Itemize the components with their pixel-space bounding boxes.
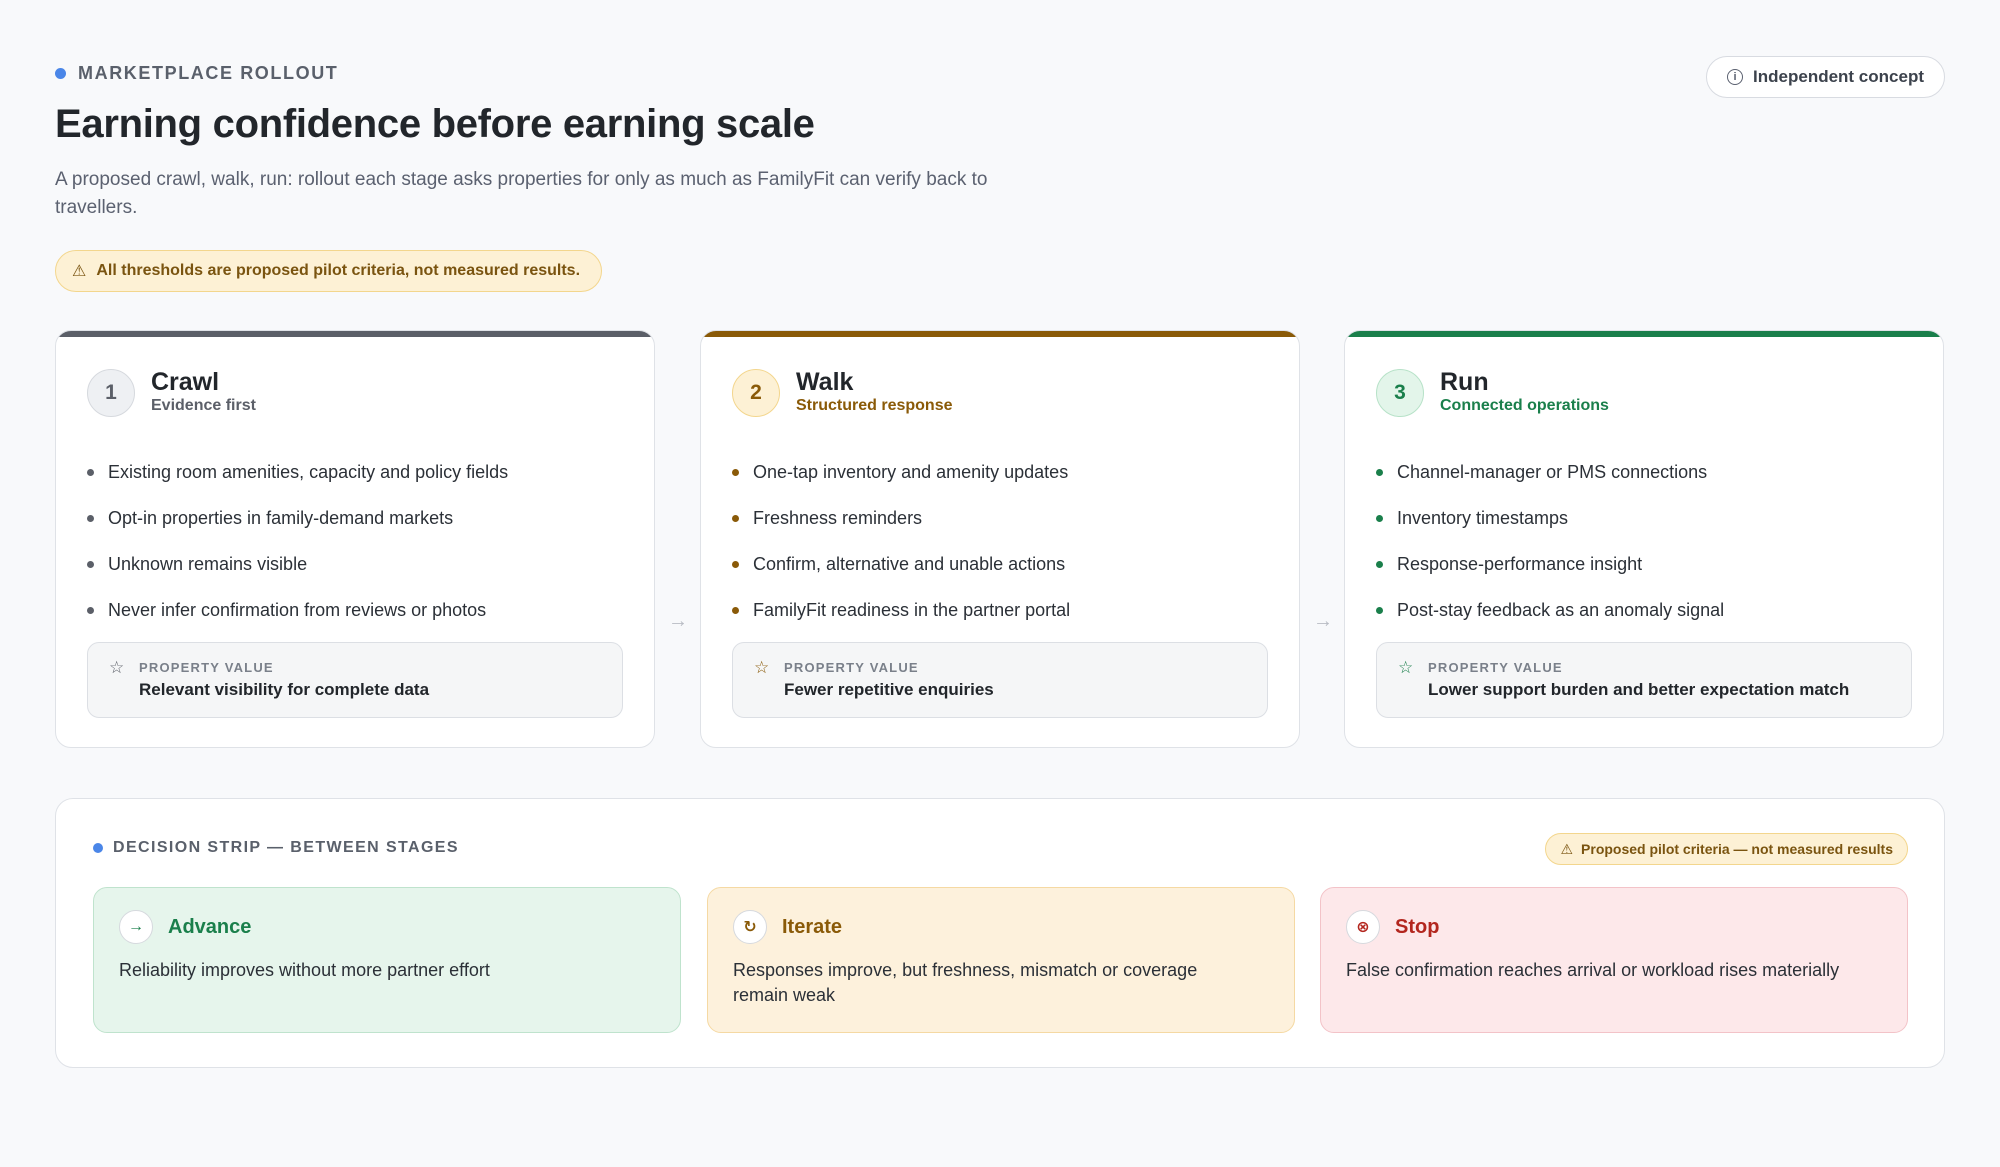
stage-number: 3 bbox=[1376, 369, 1424, 417]
bullet bbox=[1376, 560, 1383, 568]
bullet bbox=[732, 468, 739, 476]
stage-tag: Evidence first bbox=[151, 397, 256, 414]
list-item-text: Unknown remains visible bbox=[108, 553, 308, 574]
list-item: Channel-manager or PMS connections bbox=[1376, 449, 1923, 495]
bullet bbox=[1376, 468, 1383, 476]
list-item: Opt-in properties in family-demand marke… bbox=[87, 495, 634, 541]
info-icon: i bbox=[1727, 69, 1744, 85]
star-icon: ☆ bbox=[1398, 658, 1414, 677]
bullet bbox=[732, 606, 739, 614]
list-item-text: Never infer confirmation from reviews or… bbox=[108, 599, 487, 620]
decision-title: Advance bbox=[168, 916, 252, 938]
list-item: One-tap inventory and amenity updates bbox=[732, 449, 1279, 495]
stage-card-run: 3 Run Connected operations Channel-manag… bbox=[1344, 330, 1944, 748]
list-item-text: Confirm, alternative and unable actions bbox=[753, 553, 1066, 574]
bullet bbox=[732, 514, 739, 522]
heading-dot bbox=[93, 843, 103, 853]
stage-accent-bar bbox=[1345, 331, 1943, 337]
arrow-right-icon: → bbox=[668, 610, 688, 632]
property-value-label: PROPERTY VALUE bbox=[139, 660, 274, 675]
property-value-box: ☆ PROPERTY VALUE Relevant visibility for… bbox=[87, 642, 623, 718]
bullet bbox=[87, 560, 94, 568]
stage-tag: Structured response bbox=[796, 397, 953, 414]
page-title: Earning confidence before earning scale bbox=[55, 102, 815, 146]
arrow-right-icon: → bbox=[119, 910, 153, 944]
pilot-criteria-badge: ⚠ Proposed pilot criteria — not measured… bbox=[1545, 833, 1908, 865]
list-item: Unknown remains visible bbox=[87, 541, 634, 587]
list-item-text: Existing room amenities, capacity and po… bbox=[108, 461, 509, 482]
stage-tag: Connected operations bbox=[1440, 397, 1609, 414]
list-item: Response-performance insight bbox=[1376, 541, 1923, 587]
bullet bbox=[732, 560, 739, 568]
eyebrow-dot bbox=[55, 68, 66, 79]
decision-title: Stop bbox=[1395, 916, 1440, 938]
list-item: FamilyFit readiness in the partner porta… bbox=[732, 587, 1279, 633]
property-value-text: Relevant visibility for complete data bbox=[139, 680, 430, 699]
independent-concept-badge: i Independent concept bbox=[1706, 56, 1945, 98]
decision-strip-title: DECISION STRIP — BETWEEN STAGES bbox=[113, 839, 459, 856]
eyebrow: MARKETPLACE ROLLOUT bbox=[55, 63, 338, 84]
stage-name: Run bbox=[1440, 368, 1489, 396]
property-value-text: Fewer repetitive enquiries bbox=[784, 680, 994, 699]
stage-name: Crawl bbox=[151, 368, 220, 396]
stage-number: 1 bbox=[87, 369, 135, 417]
decision-text: Responses improve, but freshness, mismat… bbox=[733, 960, 1198, 1005]
page-subtitle: A proposed crawl, walk, run: rollout eac… bbox=[55, 169, 988, 218]
star-icon: ☆ bbox=[754, 658, 770, 677]
list-item-text: Response-performance insight bbox=[1397, 553, 1643, 574]
property-value-box: ☆ PROPERTY VALUE Lower support burden an… bbox=[1376, 642, 1912, 718]
refresh-icon: ↻ bbox=[733, 910, 767, 944]
decision-text: Reliability improves without more partne… bbox=[119, 960, 490, 980]
list-item: Inventory timestamps bbox=[1376, 495, 1923, 541]
property-value-text: Lower support burden and better expectat… bbox=[1428, 680, 1850, 699]
list-item: Post-stay feedback as an anomaly signal bbox=[1376, 587, 1923, 633]
stage-item-list: Existing room amenities, capacity and po… bbox=[87, 449, 634, 633]
list-item-text: Inventory timestamps bbox=[1397, 507, 1569, 528]
star-icon: ☆ bbox=[109, 658, 125, 677]
pilot-criteria-text: Proposed pilot criteria — not measured r… bbox=[1581, 841, 1893, 857]
stop-icon: ⊗ bbox=[1346, 910, 1380, 944]
warning-icon: ⚠ bbox=[1560, 840, 1574, 857]
list-item-text: Channel-manager or PMS connections bbox=[1397, 461, 1708, 482]
bullet bbox=[1376, 514, 1383, 522]
decision-strip-heading: DECISION STRIP — BETWEEN STAGES bbox=[93, 839, 459, 857]
arrow-right-icon: → bbox=[1313, 610, 1333, 632]
list-item-text: FamilyFit readiness in the partner porta… bbox=[753, 599, 1071, 620]
list-item-text: Opt-in properties in family-demand marke… bbox=[108, 507, 454, 528]
property-value-box: ☆ PROPERTY VALUE Fewer repetitive enquir… bbox=[732, 642, 1268, 718]
warning-text: All thresholds are proposed pilot criter… bbox=[96, 262, 581, 279]
property-value-label: PROPERTY VALUE bbox=[1428, 660, 1563, 675]
bullet bbox=[87, 468, 94, 476]
concept-pill-label: Independent concept bbox=[1753, 67, 1924, 86]
list-item-text: Post-stay feedback as an anomaly signal bbox=[1397, 599, 1725, 620]
stage-name: Walk bbox=[796, 368, 854, 396]
list-item: Confirm, alternative and unable actions bbox=[732, 541, 1279, 587]
warning-icon: ⚠ bbox=[72, 263, 87, 280]
bullet bbox=[87, 606, 94, 614]
list-item-text: Freshness reminders bbox=[753, 507, 923, 528]
decision-title: Iterate bbox=[782, 916, 843, 938]
list-item: Existing room amenities, capacity and po… bbox=[87, 449, 634, 495]
stage-item-list: Channel-manager or PMS connections Inven… bbox=[1376, 449, 1923, 633]
bullet bbox=[1376, 606, 1383, 614]
stage-card-walk: 2 Walk Structured response One-tap inven… bbox=[700, 330, 1300, 748]
list-item: Never infer confirmation from reviews or… bbox=[87, 587, 634, 633]
stage-item-list: One-tap inventory and amenity updates Fr… bbox=[732, 449, 1279, 633]
stage-accent-bar bbox=[56, 331, 654, 337]
decision-card-stop: ⊗ Stop False confirmation reaches arriva… bbox=[1320, 887, 1908, 1033]
list-item-text: One-tap inventory and amenity updates bbox=[753, 461, 1069, 482]
bullet bbox=[87, 514, 94, 522]
stage-card-crawl: 1 Crawl Evidence first Existing room ame… bbox=[55, 330, 655, 748]
decision-card-advance: → Advance Reliability improves without m… bbox=[93, 887, 681, 1033]
decision-card-iterate: ↻ Iterate Responses improve, but freshne… bbox=[707, 887, 1295, 1033]
list-item: Freshness reminders bbox=[732, 495, 1279, 541]
decision-text: False confirmation reaches arrival or wo… bbox=[1346, 960, 1840, 980]
stage-accent-bar bbox=[701, 331, 1299, 337]
thresholds-warning-banner: ⚠ All thresholds are proposed pilot crit… bbox=[55, 250, 603, 292]
property-value-label: PROPERTY VALUE bbox=[784, 660, 919, 675]
stage-number: 2 bbox=[732, 369, 780, 417]
eyebrow-label: MARKETPLACE ROLLOUT bbox=[78, 63, 339, 83]
decision-strip: DECISION STRIP — BETWEEN STAGES ⚠ Propos… bbox=[55, 798, 1945, 1068]
